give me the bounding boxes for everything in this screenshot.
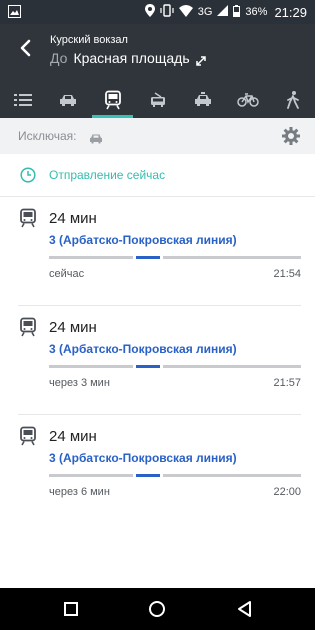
- back-triangle-icon[interactable]: [233, 597, 257, 621]
- departure-relative: через 3 мин: [49, 377, 110, 389]
- route-header: Курский вокзал До Красная площадь: [0, 24, 315, 118]
- wifi-icon: [178, 4, 193, 20]
- walk-segment: [163, 365, 301, 368]
- walk-segment: [49, 365, 133, 368]
- destination-row[interactable]: До Красная площадь: [50, 50, 206, 66]
- clock-icon: [20, 167, 36, 188]
- origin-label[interactable]: Курский вокзал: [50, 34, 128, 46]
- metro-icon: [103, 90, 123, 115]
- destination-label[interactable]: Красная площадь: [73, 50, 189, 66]
- battery-percent: 36%: [245, 6, 268, 18]
- walk-segment: [163, 474, 301, 477]
- route-option[interactable]: 24 мин 3 (Арбатско-Покровская линия) чер…: [0, 307, 315, 415]
- metro-segment: [136, 365, 160, 368]
- route-progress-bar: [49, 474, 301, 477]
- exclude-bar: Исключая:: [0, 118, 315, 154]
- tab-bicycle[interactable]: [225, 86, 270, 118]
- divider: [18, 305, 301, 306]
- tab-walk[interactable]: [270, 86, 315, 118]
- system-nav-bar: [0, 588, 315, 630]
- walk-segment: [49, 256, 133, 259]
- destination-prefix: До: [50, 50, 68, 66]
- tab-metro[interactable]: [90, 86, 135, 118]
- departure-time: 21:54: [273, 268, 301, 280]
- walk-icon: [286, 90, 300, 114]
- excluded-car-icon[interactable]: [89, 131, 103, 149]
- metro-segment: [136, 474, 160, 477]
- route-option[interactable]: 24 мин 3 (Арбатско-Покровская линия) сей…: [0, 198, 315, 306]
- divider: [18, 414, 301, 415]
- bicycle-icon: [236, 92, 259, 112]
- walk-segment: [49, 474, 133, 477]
- metro-icon: [18, 426, 38, 451]
- recents-square-icon[interactable]: [59, 597, 83, 621]
- walk-segment: [163, 256, 301, 259]
- signal-icon: [217, 5, 229, 19]
- exclude-label: Исключая:: [18, 129, 77, 143]
- tab-car[interactable]: [45, 86, 90, 118]
- taxi-icon: [194, 92, 212, 112]
- metro-line-name: 3 (Арбатско-Покровская линия): [49, 342, 237, 356]
- vibrate-icon: [160, 4, 174, 20]
- departure-relative: сейчас: [49, 268, 85, 280]
- back-arrow-icon[interactable]: [14, 36, 38, 60]
- route-duration: 24 мин: [49, 428, 97, 445]
- metro-line-name: 3 (Арбатско-Покровская линия): [49, 233, 237, 247]
- route-duration: 24 мин: [49, 210, 97, 227]
- route-progress-bar: [49, 256, 301, 259]
- transport-mode-tabs: [0, 86, 315, 118]
- route-progress-bar: [49, 365, 301, 368]
- metro-segment: [136, 256, 160, 259]
- car-icon: [59, 93, 77, 112]
- gear-icon[interactable]: [281, 126, 301, 151]
- metro-icon: [18, 208, 38, 233]
- metro-line-name: 3 (Арбатско-Покровская линия): [49, 451, 237, 465]
- network-type-label: 3G: [197, 6, 213, 18]
- status-bar: 3G 36% 21:29: [0, 0, 315, 24]
- tab-bus[interactable]: [135, 86, 180, 118]
- swap-icon[interactable]: [195, 53, 206, 66]
- tab-taxi[interactable]: [180, 86, 225, 118]
- metro-icon: [18, 317, 38, 342]
- image-icon: [8, 5, 21, 23]
- route-duration: 24 мин: [49, 319, 97, 336]
- departure-time-row[interactable]: Отправление сейчас: [0, 154, 315, 197]
- departure-time-label: Отправление сейчас: [49, 168, 166, 182]
- list-icon: [13, 93, 32, 112]
- departure-time: 22:00: [273, 486, 301, 498]
- departure-time: 21:57: [273, 377, 301, 389]
- battery-icon: [233, 4, 241, 20]
- tab-list[interactable]: [0, 86, 45, 118]
- clock-time: 21:29: [274, 4, 307, 20]
- location-icon: [144, 4, 155, 20]
- departure-relative: через 6 мин: [49, 486, 110, 498]
- route-option[interactable]: 24 мин 3 (Арбатско-Покровская линия) чер…: [0, 416, 315, 524]
- bus-icon: [149, 91, 167, 113]
- home-circle-icon[interactable]: [145, 597, 169, 621]
